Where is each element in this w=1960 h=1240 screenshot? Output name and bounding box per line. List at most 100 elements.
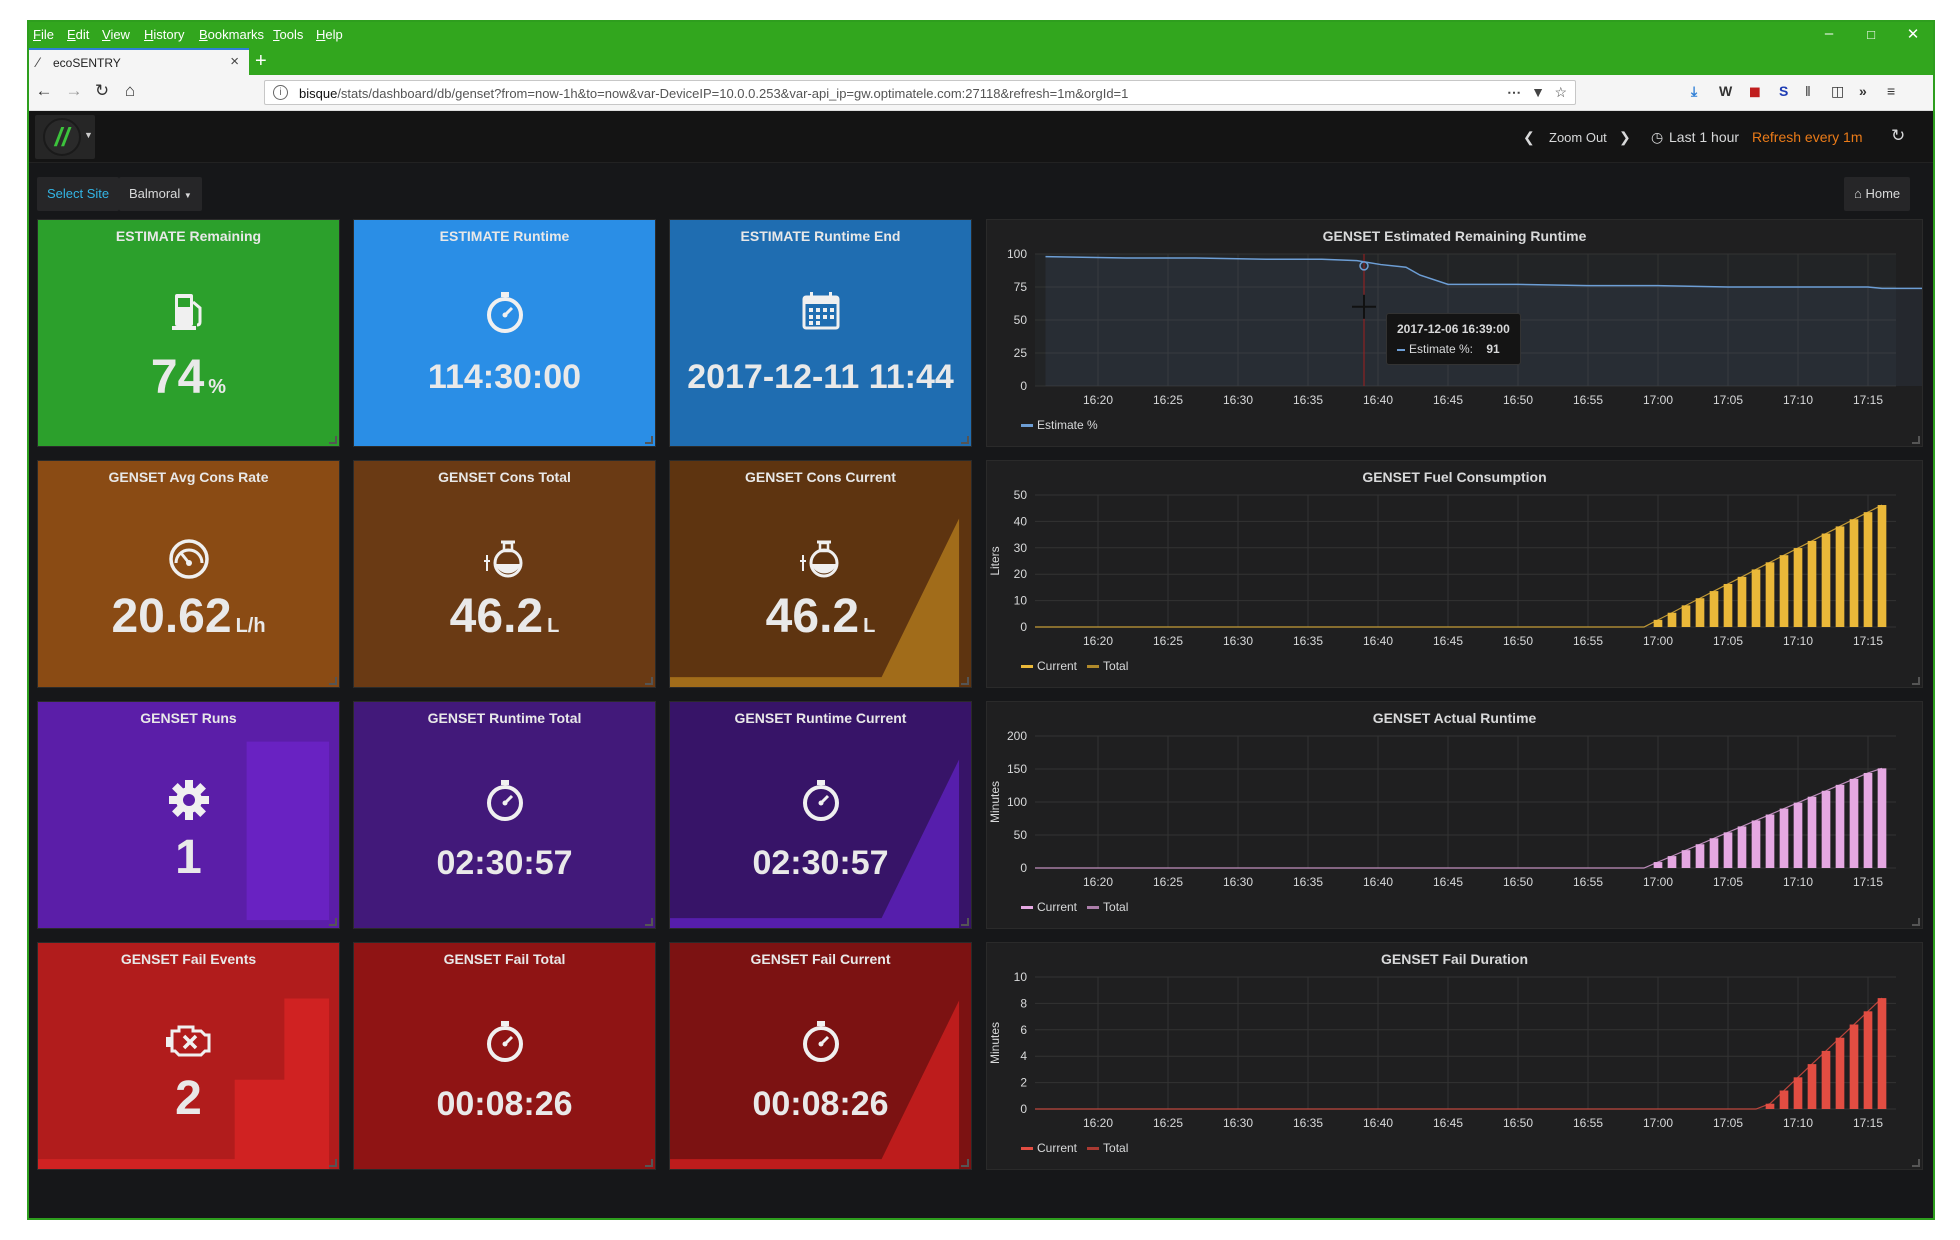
dashboard-logo[interactable]: // ▼: [35, 115, 95, 159]
site-dropdown[interactable]: Balmoral ▼: [119, 177, 202, 211]
x-tick-label: 16:25: [1153, 634, 1183, 648]
stat-panel[interactable]: GENSET Runtime Total 02:30:57: [353, 701, 656, 929]
graph-panel[interactable]: GENSET Fail Duration 0 2 4 6 8 10 16:20 16:25 16:…: [986, 942, 1923, 1170]
forward-icon[interactable]: →: [63, 81, 85, 101]
logo-leaf-icon: //: [43, 118, 81, 156]
info-icon[interactable]: i: [273, 85, 288, 100]
chevron-down-icon: ▼: [84, 130, 93, 140]
graph-plot: 0 10 20 30 40 50 16:20 16:25 16:30 16:35 16:40 16:4…: [988, 488, 1896, 648]
home-button[interactable]: ⌂ Home: [1844, 177, 1911, 211]
x-tick-label: 16:45: [1433, 634, 1463, 648]
resize-handle[interactable]: [961, 918, 969, 926]
close-tab-icon[interactable]: ×: [230, 53, 239, 70]
legend-item[interactable]: Total: [1103, 1141, 1128, 1155]
resize-handle[interactable]: [1912, 677, 1920, 685]
bar: [1821, 790, 1831, 868]
resize-handle[interactable]: [645, 436, 653, 444]
sidebar-icon[interactable]: ◫: [1831, 83, 1844, 100]
menu-bookmarks[interactable]: Bookmarks: [199, 27, 264, 42]
stat-panel[interactable]: GENSET Cons Total 46.2 L: [353, 460, 656, 688]
menu-file[interactable]: File: [33, 27, 54, 42]
library-icon[interactable]: ‖: [1805, 83, 1811, 99]
home-icon[interactable]: ⌂: [119, 81, 141, 101]
resize-handle[interactable]: [961, 677, 969, 685]
zoom-back-icon[interactable]: ❮: [1523, 129, 1535, 146]
url-bar[interactable]: i bisque/stats/dashboard/db/genset?from=…: [264, 80, 1576, 105]
bar: [1695, 598, 1705, 627]
resize-handle[interactable]: [329, 677, 337, 685]
bookmark-star-icon[interactable]: ☆: [1554, 84, 1567, 101]
refresh-icon[interactable]: ↻: [1891, 126, 1905, 146]
stat-panel[interactable]: ESTIMATE Remaining 74%: [37, 219, 340, 447]
url-host: bisque: [299, 86, 338, 101]
legend-item[interactable]: Current: [1037, 1141, 1077, 1155]
x-tick-label: 16:20: [1083, 393, 1113, 407]
stat-panel[interactable]: GENSET Fail Total 00:08:26: [353, 942, 656, 1170]
legend-item[interactable]: Current: [1037, 659, 1077, 673]
more-actions-icon[interactable]: ⋯: [1507, 84, 1521, 101]
graph-panel[interactable]: GENSET Actual Runtime 0 50 100 150 200 16:20 16…: [986, 701, 1923, 929]
x-tick-label: 16:45: [1433, 1116, 1463, 1130]
menu-view[interactable]: View: [102, 27, 130, 42]
resize-handle[interactable]: [961, 436, 969, 444]
stat-panel[interactable]: GENSET Cons Current 46.2 L: [669, 460, 972, 688]
resize-handle[interactable]: [645, 918, 653, 926]
stat-value-number: 20.62: [111, 590, 232, 643]
stat-panel[interactable]: ESTIMATE Runtime 114:30:00: [353, 219, 656, 447]
menu-help[interactable]: Help: [316, 27, 343, 42]
refresh-interval[interactable]: Refresh every 1m: [1752, 129, 1862, 145]
close-window-icon[interactable]: ✕: [1903, 25, 1923, 43]
x-tick-label: 16:35: [1293, 393, 1323, 407]
stat-panel[interactable]: GENSET Runtime Current 02:30:57: [669, 701, 972, 929]
back-icon[interactable]: ←: [33, 81, 55, 101]
x-tick-label: 16:50: [1503, 393, 1533, 407]
resize-handle[interactable]: [329, 1159, 337, 1167]
stat-panel[interactable]: GENSET Avg Cons Rate 20.62 L/h: [37, 460, 340, 688]
menu-history[interactable]: History: [144, 27, 184, 42]
pocket-icon[interactable]: ▼: [1531, 84, 1545, 100]
resize-handle[interactable]: [961, 1159, 969, 1167]
legend-item[interactable]: Estimate %: [1037, 418, 1098, 432]
resize-handle[interactable]: [1912, 436, 1920, 444]
resize-handle[interactable]: [645, 677, 653, 685]
resize-handle[interactable]: [329, 436, 337, 444]
extension-s-icon[interactable]: S: [1779, 83, 1788, 99]
y-tick-label: 150: [1007, 762, 1027, 776]
stat-panel[interactable]: GENSET Fail Events 2: [37, 942, 340, 1170]
y-tick-label: 2: [1020, 1076, 1027, 1090]
legend-item[interactable]: Total: [1103, 659, 1128, 673]
bar: [1737, 576, 1747, 627]
x-tick-label: 17:15: [1853, 634, 1883, 648]
tab-ecosentry[interactable]: ⁄ ecoSENTRY ×: [29, 48, 249, 75]
download-icon[interactable]: ⤓: [1691, 83, 1697, 100]
resize-handle[interactable]: [1912, 918, 1920, 926]
stat-panel[interactable]: ESTIMATE Runtime End 2017-12-11 11:44: [669, 219, 972, 447]
legend-item[interactable]: Current: [1037, 900, 1077, 914]
zoom-forward-icon[interactable]: ❯: [1619, 129, 1631, 146]
legend-item[interactable]: Total: [1103, 900, 1128, 914]
stopwatch-icon: [802, 1021, 839, 1062]
resize-handle[interactable]: [645, 1159, 653, 1167]
reload-icon[interactable]: ↻: [91, 81, 113, 101]
zoom-out-button[interactable]: Zoom Out: [1549, 130, 1607, 145]
hamburger-menu-icon[interactable]: ≡: [1887, 83, 1895, 99]
graph-panel[interactable]: GENSET Estimated Remaining Runtime 0 25 50 7…: [986, 219, 1923, 447]
resize-handle[interactable]: [1912, 1159, 1920, 1167]
stat-panel[interactable]: GENSET Runs 1: [37, 701, 340, 929]
ublock-icon[interactable]: ◼: [1749, 83, 1761, 100]
tab-title: ecoSENTRY: [53, 56, 121, 70]
resize-handle[interactable]: [329, 918, 337, 926]
y-tick-label: 10: [1014, 970, 1028, 984]
maximize-icon[interactable]: □: [1861, 27, 1881, 42]
stat-panel[interactable]: GENSET Fail Current 00:08:26: [669, 942, 972, 1170]
menu-edit[interactable]: Edit: [67, 27, 89, 42]
overflow-icon[interactable]: »: [1859, 83, 1867, 99]
new-tab-icon[interactable]: +: [255, 48, 267, 74]
x-tick-label: 16:50: [1503, 1116, 1533, 1130]
x-tick-label: 17:00: [1643, 1116, 1673, 1130]
minimize-icon[interactable]: –: [1819, 25, 1839, 42]
menu-tools[interactable]: Tools: [273, 27, 303, 42]
extension-w-icon[interactable]: W: [1719, 83, 1732, 99]
graph-panel[interactable]: GENSET Fuel Consumption 0 10 20 30 40 50 16:20 1…: [986, 460, 1923, 688]
time-range-picker[interactable]: Last 1 hour: [1669, 129, 1739, 145]
